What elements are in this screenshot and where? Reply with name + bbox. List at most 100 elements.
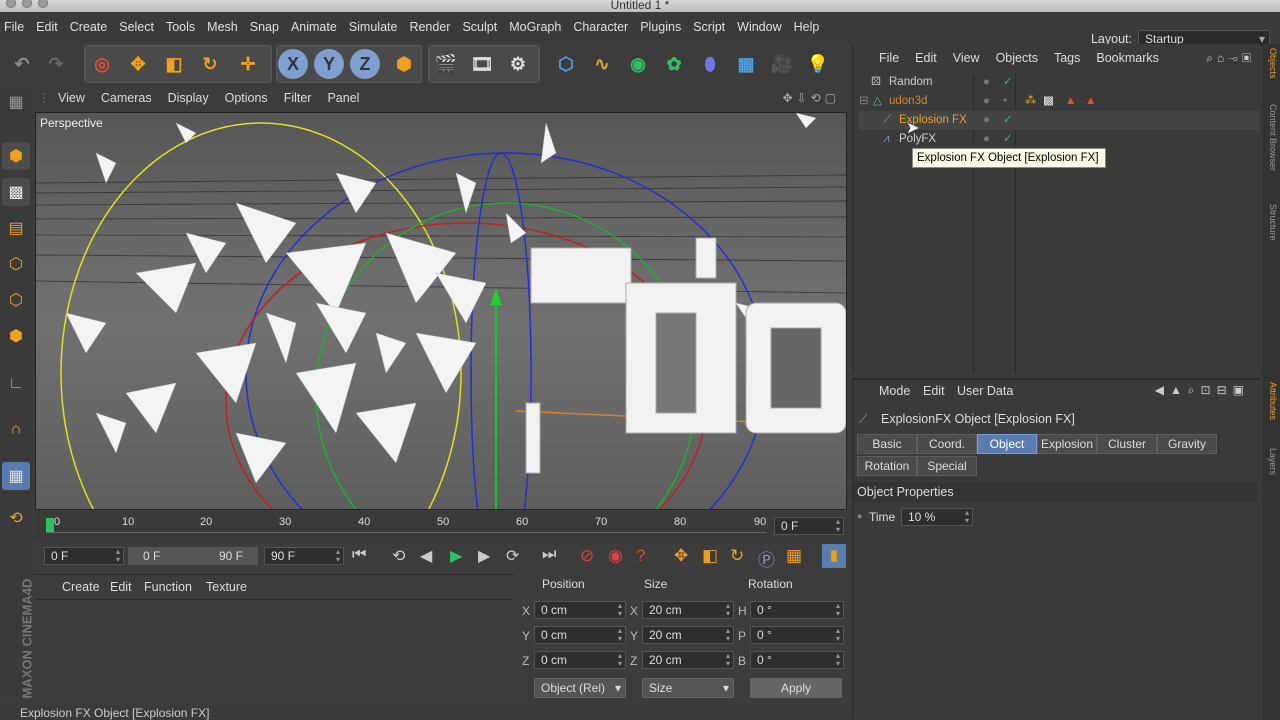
viewport-3d[interactable] xyxy=(35,112,847,510)
min-time-field[interactable]: 0 F ▴ ▾ xyxy=(44,547,124,565)
snap-grid-icon[interactable]: ▦ xyxy=(2,462,30,490)
rot-b-field[interactable]: 0 ° ▴ ▾ xyxy=(750,651,844,669)
z-axis-icon[interactable]: Z xyxy=(350,49,380,79)
edges-mode-icon[interactable]: ⬡ xyxy=(2,286,30,314)
render-view-icon[interactable]: 🎬 xyxy=(430,46,462,82)
light-icon[interactable]: 💡 xyxy=(802,46,834,82)
redo-icon[interactable]: ↷ xyxy=(40,46,72,82)
polygons-mode-icon[interactable]: ⬢ xyxy=(2,322,30,350)
key-position-icon[interactable]: ✥ xyxy=(674,546,688,566)
prev-key-icon[interactable]: ⟲ xyxy=(392,546,405,566)
visibility-dots-icon[interactable]: ● xyxy=(983,73,990,92)
spline-icon[interactable]: ∿ xyxy=(586,46,618,82)
play-icon[interactable]: ▶ xyxy=(450,546,462,566)
warning-tag-icon[interactable]: ▲ xyxy=(1065,92,1076,111)
enabled-check-icon[interactable]: ✓ xyxy=(1003,130,1013,149)
texture-tag-icon[interactable]: ▩ xyxy=(1043,92,1054,111)
timeline-ruler[interactable]: 0 10 20 30 40 50 60 70 80 90 0 F ▴ ▾ xyxy=(34,512,848,542)
menu-window[interactable]: Window xyxy=(733,20,789,34)
deformer-icon[interactable]: ⬮ xyxy=(694,46,726,82)
key-pla-icon[interactable]: ▦ xyxy=(786,546,802,566)
object-row-random[interactable]: ⚄ Random ● ✓ xyxy=(859,73,1259,92)
tab-object[interactable]: Object xyxy=(977,434,1037,454)
magnet-icon[interactable]: ∩ xyxy=(2,416,30,444)
collapse-icon[interactable]: ⊟ xyxy=(859,92,869,111)
viewport-menu-cameras[interactable]: Cameras xyxy=(93,91,160,105)
tab-cluster[interactable]: Cluster xyxy=(1097,434,1157,454)
make-editable-icon[interactable]: ▦ xyxy=(2,88,30,116)
menu-select[interactable]: Select xyxy=(115,20,162,34)
menu-mesh[interactable]: Mesh xyxy=(203,20,246,34)
warning-tag-icon[interactable]: ▲ xyxy=(1085,92,1096,111)
key-scale-icon[interactable]: ◧ xyxy=(702,546,718,566)
cube-primitive-icon[interactable]: ⬡ xyxy=(550,46,582,82)
next-key-icon[interactable]: ⟳ xyxy=(506,546,519,566)
size-x-field[interactable]: 20 cm ▴ ▾ xyxy=(642,601,734,619)
menu-mograph[interactable]: MoGraph xyxy=(505,20,569,34)
viewport-menu-filter[interactable]: Filter xyxy=(276,91,320,105)
viewport-menu-view[interactable]: View xyxy=(50,91,93,105)
side-tab-objects[interactable]: Objects xyxy=(1264,48,1278,79)
enabled-check-icon[interactable]: ✓ xyxy=(1003,111,1013,130)
model-mode-icon[interactable]: ⬢ xyxy=(2,142,30,170)
rot-h-field[interactable]: 0 ° ▴ ▾ xyxy=(750,601,844,619)
menu-plugins[interactable]: Plugins xyxy=(636,20,689,34)
menu-tools[interactable]: Tools xyxy=(162,20,203,34)
tab-gravity[interactable]: Gravity xyxy=(1157,434,1217,454)
max-time-field[interactable]: 90 F ▴ ▾ xyxy=(264,547,344,565)
minimize-dot-icon[interactable] xyxy=(22,0,32,8)
menu-sculpt[interactable]: Sculpt xyxy=(458,20,505,34)
enabled-dot-icon[interactable]: • xyxy=(1003,92,1007,111)
axis-mode-icon[interactable]: ∟ xyxy=(2,370,30,398)
pos-z-field[interactable]: 0 cm ▴ ▾ xyxy=(534,651,626,669)
viewport-menu-options[interactable]: Options xyxy=(217,91,276,105)
pos-y-field[interactable]: 0 cm ▴ ▾ xyxy=(534,626,626,644)
rotate-icon[interactable]: ↻ xyxy=(194,46,226,82)
key-parameter-icon[interactable]: Ⓟ xyxy=(758,546,775,571)
goto-end-icon[interactable]: ⏭ xyxy=(542,546,556,564)
goto-start-icon[interactable]: ⏮ xyxy=(352,546,366,564)
menu-script[interactable]: Script xyxy=(689,20,733,34)
viewport-navigation-icons[interactable]: ✥⇩⟲▢ xyxy=(782,91,840,105)
locked-workplane-icon[interactable]: ⟲ xyxy=(2,504,30,532)
close-dot-icon[interactable] xyxy=(6,0,16,8)
side-tab-structure[interactable]: Structure xyxy=(1264,204,1278,241)
rot-p-field[interactable]: 0 ° ▴ ▾ xyxy=(750,626,844,644)
om-menu-edit[interactable]: Edit xyxy=(907,51,945,65)
tab-rotation[interactable]: Rotation xyxy=(857,456,917,476)
visibility-dots-icon[interactable]: ● xyxy=(983,92,990,111)
render-settings-icon[interactable]: ⚙ xyxy=(502,46,534,82)
subdivision-icon[interactable]: ◉ xyxy=(622,46,654,82)
enabled-check-icon[interactable]: ✓ xyxy=(1003,73,1013,92)
cloner-icon[interactable]: ✿ xyxy=(658,46,690,82)
zoom-dot-icon[interactable] xyxy=(38,0,48,8)
camera-icon[interactable]: 🎥 xyxy=(766,46,798,82)
menu-file[interactable]: File xyxy=(0,20,32,34)
size-mode-select[interactable]: Size ▾ xyxy=(642,678,734,698)
tab-coord[interactable]: Coord. xyxy=(917,434,977,454)
recent-tool-icon[interactable]: ✛ xyxy=(232,46,264,82)
y-axis-icon[interactable]: Y xyxy=(314,49,344,79)
visibility-dots-icon[interactable]: ● xyxy=(983,111,990,130)
scale-icon[interactable]: ◧ xyxy=(158,46,190,82)
attr-menu-user-data[interactable]: User Data xyxy=(957,384,1013,398)
coord-mode-select[interactable]: Object (Rel) ▾ xyxy=(534,678,626,698)
side-tab-content-browser[interactable]: Content Browser xyxy=(1264,104,1278,171)
menu-create[interactable]: Create xyxy=(66,20,116,34)
side-tab-layers[interactable]: Layers xyxy=(1264,448,1278,475)
preview-range-slider[interactable]: 0 F 90 F xyxy=(128,547,258,565)
points-mode-icon[interactable]: ⬡ xyxy=(2,250,30,278)
menu-render[interactable]: Render xyxy=(405,20,458,34)
menu-simulate[interactable]: Simulate xyxy=(345,20,406,34)
menu-character[interactable]: Character xyxy=(569,20,636,34)
autokey-icon[interactable]: ◉ xyxy=(608,546,623,566)
om-menu-objects[interactable]: Objects xyxy=(988,51,1046,65)
playhead[interactable] xyxy=(46,518,54,532)
menu-help[interactable]: Help xyxy=(790,20,828,34)
move-icon[interactable]: ✥ xyxy=(122,46,154,82)
viewport-menu-display[interactable]: Display xyxy=(160,91,217,105)
viewport-menu-panel[interactable]: Panel xyxy=(319,91,367,105)
material-menu-texture[interactable]: Texture xyxy=(206,580,247,594)
window-controls[interactable] xyxy=(6,0,48,8)
workplane-icon[interactable]: ▤ xyxy=(2,214,30,242)
